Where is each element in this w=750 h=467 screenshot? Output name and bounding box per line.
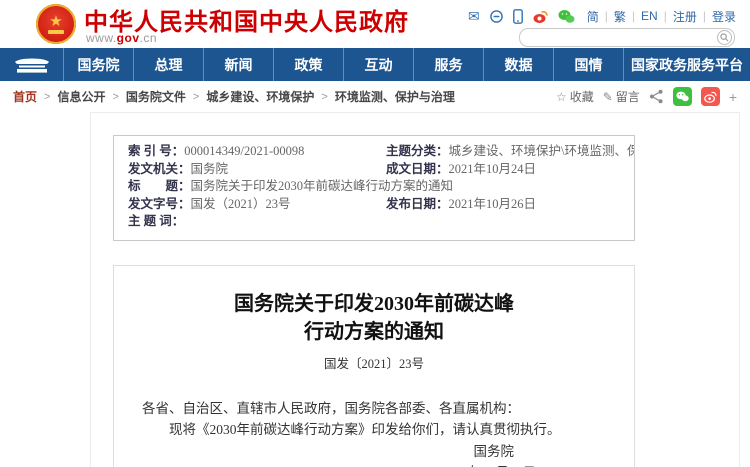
breadcrumb-urban-env[interactable]: 城乡建设、环境保护 bbox=[206, 88, 314, 105]
mobile-icon[interactable] bbox=[513, 9, 523, 24]
nav-item-services[interactable]: 服务 bbox=[413, 48, 483, 81]
comment-button[interactable]: ✎ 留言 bbox=[603, 88, 640, 105]
nav-item-interaction[interactable]: 互动 bbox=[343, 48, 413, 81]
divider: | bbox=[664, 9, 667, 23]
comment-label: 留言 bbox=[616, 88, 640, 105]
meta-value: 000014349/2021-00098 bbox=[184, 144, 304, 158]
mail-icon[interactable]: ✉ bbox=[468, 8, 480, 24]
site-header: ★ 中华人民共和国中央人民政府 www.gov.cn ✉ 简|繁|EN|注册|登… bbox=[0, 0, 750, 48]
login-link[interactable]: 登录 bbox=[712, 8, 736, 25]
nav-item-national-conditions[interactable]: 国情 bbox=[553, 48, 623, 81]
meta-value: 城乡建设、环境保护\环境监测、保护与治理 bbox=[449, 144, 634, 158]
document-text: 各省、自治区、直辖市人民政府，国务院各部委、各直属机构： 现将《2030年前碳达… bbox=[142, 398, 606, 467]
lang-en-link[interactable]: EN bbox=[641, 9, 658, 23]
document-number: 国发〔2021〕23号 bbox=[142, 353, 606, 372]
breadcrumb: 首页 > 信息公开 > 国务院文件 > 城乡建设、环境保护 > 环境监测、保护与… bbox=[13, 88, 455, 105]
meta-value: 2021年10月24日 bbox=[449, 162, 537, 176]
meta-value: 国发（2021）23号 bbox=[191, 197, 291, 211]
breadcrumb-separator: > bbox=[112, 91, 118, 103]
search-input[interactable] bbox=[520, 31, 717, 44]
lang-traditional-link[interactable]: 繁 bbox=[614, 8, 626, 25]
breadcrumb-row: 首页 > 信息公开 > 国务院文件 > 城乡建设、环境保护 > 环境监测、保护与… bbox=[0, 81, 750, 112]
recipients-line: 各省、自治区、直辖市人民政府，国务院各部委、各直属机构： bbox=[142, 398, 606, 419]
weibo-share-icon[interactable] bbox=[701, 87, 720, 106]
meta-keywords: 主 题 词： bbox=[114, 213, 634, 231]
nav-item-news[interactable]: 新闻 bbox=[203, 48, 273, 81]
lang-simplified-link[interactable]: 简 bbox=[587, 8, 599, 25]
nav-item-policy[interactable]: 政策 bbox=[273, 48, 343, 81]
body-paragraph: 现将《2030年前碳达峰行动方案》印发给你们，请认真贯彻执行。 bbox=[142, 419, 606, 440]
document-content: 国务院关于印发2030年前碳达峰 行动方案的通知 国发〔2021〕23号 各省、… bbox=[113, 265, 635, 467]
divider: | bbox=[703, 9, 706, 23]
divider: | bbox=[605, 9, 608, 23]
content-wrapper: 索 引 号：000014349/2021-00098 主题分类：城乡建设、环境保… bbox=[90, 112, 740, 467]
breadcrumb-info-disclosure[interactable]: 信息公开 bbox=[57, 88, 105, 105]
register-link[interactable]: 注册 bbox=[673, 8, 697, 25]
site-url-prefix: www. bbox=[86, 31, 117, 45]
site-url-gov: gov bbox=[117, 31, 140, 45]
national-emblem-logo: ★ bbox=[36, 4, 76, 44]
share-icon[interactable] bbox=[649, 89, 664, 104]
meta-doc-number: 发文字号：国发（2021）23号 bbox=[114, 196, 372, 214]
assistant-icon[interactable] bbox=[489, 9, 504, 24]
emblem-gate-icon bbox=[48, 30, 64, 34]
site-url: www.gov.cn bbox=[86, 31, 157, 45]
favorite-button[interactable]: ☆ 收藏 bbox=[556, 88, 594, 105]
sign-date: 2021年10月24日 bbox=[142, 462, 606, 467]
meta-label: 索 引 号： bbox=[128, 144, 184, 158]
breadcrumb-separator: > bbox=[193, 91, 199, 103]
site-url-suffix: .cn bbox=[140, 31, 158, 45]
more-share-button[interactable]: + bbox=[729, 89, 737, 105]
favorite-label: 收藏 bbox=[570, 88, 594, 105]
page-tools: ☆ 收藏 ✎ 留言 + bbox=[556, 87, 737, 106]
breadcrumb-env-monitoring[interactable]: 环境监测、保护与治理 bbox=[335, 88, 455, 105]
meta-subject-category: 主题分类：城乡建设、环境保护\环境监测、保护与治理 bbox=[372, 143, 634, 161]
wechat-share-icon[interactable] bbox=[673, 87, 692, 106]
meta-label: 发布日期： bbox=[386, 197, 449, 211]
meta-label: 成文日期： bbox=[386, 162, 449, 176]
gov-cn-page: ★ 中华人民共和国中央人民政府 www.gov.cn ✉ 简|繁|EN|注册|登… bbox=[0, 0, 750, 467]
header-utility-bar: ✉ 简 | 繁 | EN | 注册 | 登录 bbox=[468, 7, 736, 25]
search-button[interactable] bbox=[717, 30, 732, 45]
divider: | bbox=[632, 9, 635, 23]
search-icon bbox=[720, 33, 729, 42]
nav-item-premier[interactable]: 总理 bbox=[133, 48, 203, 81]
meta-label: 发文机关： bbox=[128, 162, 191, 176]
meta-issuing-agency: 发文机关：国务院 bbox=[114, 161, 372, 179]
pencil-icon: ✎ bbox=[603, 90, 613, 104]
signer: 国务院 bbox=[142, 441, 606, 462]
breadcrumb-home[interactable]: 首页 bbox=[13, 88, 37, 105]
nav-item-data[interactable]: 数据 bbox=[483, 48, 553, 81]
meta-label: 标 题： bbox=[128, 179, 191, 193]
breadcrumb-separator: > bbox=[321, 91, 327, 103]
meta-value: 国务院关于印发2030年前碳达峰行动方案的通知 bbox=[191, 179, 454, 193]
breadcrumb-separator: > bbox=[44, 91, 50, 103]
document-title: 国务院关于印发2030年前碳达峰 行动方案的通知 bbox=[142, 290, 606, 346]
weibo-icon[interactable] bbox=[532, 9, 549, 24]
language-account-links: 简 | 繁 | EN | 注册 | 登录 bbox=[587, 8, 736, 25]
document-meta-table: 索 引 号：000014349/2021-00098 主题分类：城乡建设、环境保… bbox=[113, 135, 635, 241]
meta-label: 主 题 词： bbox=[128, 214, 184, 228]
star-icon: ☆ bbox=[556, 90, 567, 104]
search-box bbox=[519, 28, 735, 47]
document-title-line2: 行动方案的通知 bbox=[142, 318, 606, 346]
meta-title: 标 题：国务院关于印发2030年前碳达峰行动方案的通知 bbox=[114, 178, 634, 196]
meta-value: 国务院 bbox=[191, 162, 229, 176]
meta-label: 主题分类： bbox=[386, 144, 449, 158]
breadcrumb-state-council-docs[interactable]: 国务院文件 bbox=[126, 88, 186, 105]
meta-value: 2021年10月26日 bbox=[449, 197, 537, 211]
main-nav: 国务院 总理 新闻 政策 互动 服务 数据 国情 国家政务服务平台 bbox=[0, 48, 750, 81]
wechat-icon[interactable] bbox=[558, 9, 575, 24]
document-title-line1: 国务院关于印发2030年前碳达峰 bbox=[142, 290, 606, 318]
nav-item-state-council[interactable]: 国务院 bbox=[63, 48, 133, 81]
meta-written-date: 成文日期：2021年10月24日 bbox=[372, 161, 634, 179]
nav-item-gov-service-platform[interactable]: 国家政务服务平台 bbox=[623, 48, 750, 81]
meta-publish-date: 发布日期：2021年10月26日 bbox=[372, 196, 634, 214]
nav-home-gate-icon[interactable] bbox=[0, 48, 63, 81]
meta-label: 发文字号： bbox=[128, 197, 191, 211]
emblem-star-icon: ★ bbox=[49, 15, 62, 29]
meta-index-number: 索 引 号：000014349/2021-00098 bbox=[114, 143, 372, 161]
